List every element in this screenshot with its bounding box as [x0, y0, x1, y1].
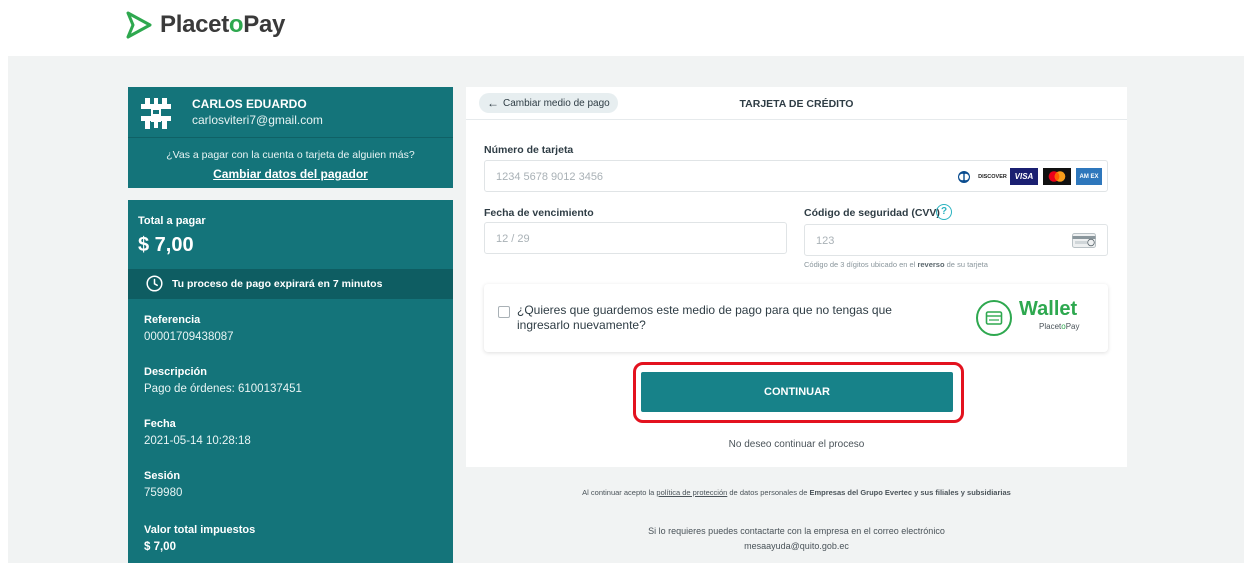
- wallet-icon: [976, 300, 1012, 336]
- payment-summary-panel: Total a pagar $ 7,00 Tu proceso de pago …: [128, 200, 453, 563]
- divider: [128, 137, 453, 138]
- save-payment-text: ¿Quieres que guardemos este medio de pag…: [517, 303, 892, 332]
- date-value: 2021-05-14 10:28:18: [144, 435, 251, 447]
- expiry-label: Fecha de vencimiento: [484, 207, 594, 219]
- mastercard-icon: [1043, 168, 1071, 185]
- session-value: 759980: [144, 487, 183, 499]
- wallet-subtitle: PlacetoPay: [1039, 322, 1080, 331]
- card-brands: DISCOVER VISA AM EX: [953, 168, 1102, 185]
- diners-club-icon: [953, 168, 975, 185]
- continue-button[interactable]: CONTINUAR: [641, 372, 953, 412]
- wallet-title: Wallet: [1019, 298, 1078, 320]
- save-payment-checkbox[interactable]: [498, 306, 510, 318]
- expiration-bar: Tu proceso de pago expirará en 7 minutos: [128, 269, 453, 299]
- card-number-placeholder: 1234 5678 9012 3456: [496, 171, 604, 183]
- discover-icon: DISCOVER: [978, 173, 1007, 180]
- card-number-label: Número de tarjeta: [484, 144, 574, 156]
- total-label: Total a pagar: [138, 215, 206, 227]
- payer-email: carlosviteri7@gmail.com: [192, 113, 323, 127]
- top-bar: PlacetoPay: [0, 0, 1248, 56]
- tax-total-label: Valor total impuestos: [144, 524, 256, 536]
- visa-icon: VISA: [1010, 168, 1038, 185]
- divider: [466, 119, 1127, 120]
- american-express-icon: AM EX: [1076, 168, 1102, 185]
- session-label: Sesión: [144, 470, 181, 482]
- cancel-process-link[interactable]: No deseo continuar el proceso: [466, 439, 1127, 450]
- placetopay-logo: PlacetoPay: [124, 10, 285, 40]
- cvv-card-icon: [1072, 233, 1096, 248]
- legal-notice: Al continuar acepto la política de prote…: [582, 488, 1011, 497]
- contact-email: mesaayuda@quito.gob.ec: [744, 541, 849, 551]
- total-amount: $ 7,00: [138, 234, 194, 256]
- expiry-input[interactable]: 12 / 29: [484, 222, 787, 254]
- card-number-input[interactable]: 1234 5678 9012 3456 DISCOVER VISA AM EX: [484, 160, 1108, 192]
- logo-text: PlacetoPay: [160, 11, 286, 38]
- expiry-placeholder: 12 / 29: [496, 233, 530, 245]
- cvv-placeholder: 123: [816, 235, 835, 247]
- expiration-text: Tu proceso de pago expirará en 7 minutos: [172, 278, 383, 290]
- reference-label: Referencia: [144, 314, 201, 326]
- cvv-label: Código de seguridad (CVV): [804, 207, 940, 219]
- cvv-hint: Código de 3 dígitos ubicado en el revers…: [804, 260, 988, 269]
- payer-question: ¿Vas a pagar con la cuenta o tarjeta de …: [166, 149, 415, 161]
- reference-value: 00001709438087: [144, 331, 234, 343]
- contact-text: Si lo requieres puedes contactarte con l…: [648, 526, 945, 536]
- description-label: Descripción: [144, 366, 207, 378]
- cvv-input[interactable]: 123: [804, 224, 1108, 256]
- payer-name: CARLOS EDUARDO: [192, 97, 307, 111]
- description-value: Pago de órdenes: 6100137451: [144, 383, 302, 395]
- clock-icon: [146, 275, 163, 292]
- date-label: Fecha: [144, 418, 176, 430]
- placetopay-arrow-icon: [126, 11, 152, 39]
- change-payer-link[interactable]: Cambiar datos del pagador: [128, 167, 453, 181]
- save-payment-method-box: ¿Quieres que guardemos este medio de pag…: [484, 284, 1108, 352]
- payer-panel: CARLOS EDUARDO carlosviteri7@gmail.com ¿…: [128, 87, 453, 188]
- payment-method-title: TARJETA DE CRÉDITO: [739, 98, 854, 110]
- cvv-help-icon[interactable]: ?: [936, 204, 952, 220]
- tax-total-value: $ 7,00: [144, 541, 176, 553]
- privacy-policy-link[interactable]: política de protección: [656, 488, 727, 497]
- avatar-icon: [138, 95, 174, 131]
